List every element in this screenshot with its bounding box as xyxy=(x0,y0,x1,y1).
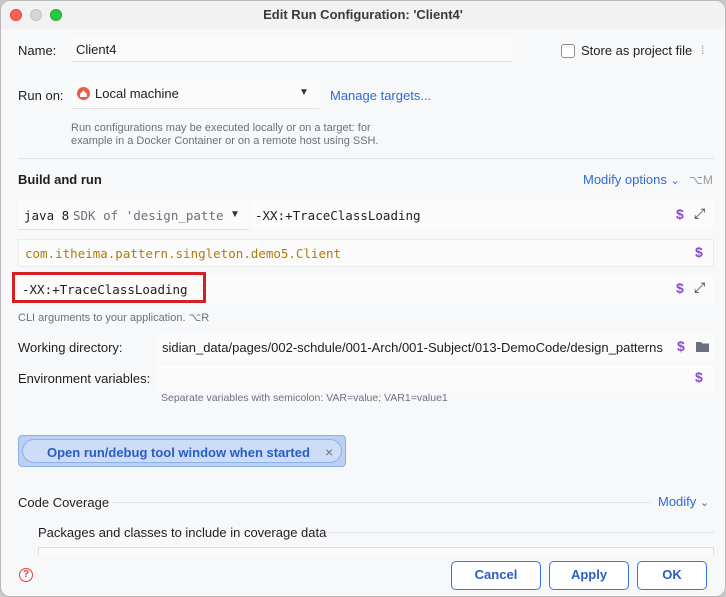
expand-icon[interactable]: ⤢ xyxy=(694,279,705,296)
insert-macro-icon[interactable]: $ xyxy=(695,244,703,260)
manage-targets-link[interactable]: Manage targets... xyxy=(330,88,431,103)
run-on-help-line1: Run configurations may be executed local… xyxy=(71,122,371,134)
environment-variables-field[interactable]: $ xyxy=(157,365,714,391)
open-tool-window-chip: Open run/debug tool window when started … xyxy=(22,439,342,463)
coverage-packages-label: Packages and classes to include in cover… xyxy=(38,525,327,540)
insert-macro-icon[interactable]: $ xyxy=(676,206,684,222)
run-on-label: Run on: xyxy=(18,88,64,103)
folder-icon[interactable] xyxy=(695,340,710,356)
vm-options-value: -XX:+TraceClassLoading xyxy=(255,208,421,223)
name-field-underline xyxy=(71,61,513,62)
title-bar: Edit Run Configuration: 'Client4' xyxy=(1,1,725,29)
environment-variables-hint: Separate variables with semicolon: VAR=v… xyxy=(161,392,448,404)
home-icon xyxy=(77,87,90,100)
modify-options-label: Modify options xyxy=(583,172,667,187)
chevron-down-icon: ⌄ xyxy=(670,175,680,187)
modify-options-shortcut: ⌥M xyxy=(689,173,713,187)
working-directory-label: Working directory: xyxy=(18,340,123,355)
ok-button[interactable]: OK xyxy=(637,561,707,590)
open-tool-window-option[interactable]: Open run/debug tool window when started … xyxy=(18,435,346,467)
chevron-down-icon: ▼ xyxy=(299,87,309,98)
run-on-select[interactable]: Local machine ▼ xyxy=(71,81,319,108)
jdk-java-version: java 8 xyxy=(24,208,70,223)
apply-button[interactable]: Apply xyxy=(549,561,629,590)
build-and-run-heading: Build and run xyxy=(18,172,102,187)
store-as-project-label: Store as project file xyxy=(581,43,693,58)
chevron-down-icon: ▼ xyxy=(230,209,240,220)
environment-variables-label: Environment variables: xyxy=(18,371,151,386)
highlight-annotation xyxy=(12,272,206,303)
main-class-field[interactable]: com.itheima.pattern.singleton.demo5.Clie… xyxy=(18,239,714,267)
cancel-button[interactable]: Cancel xyxy=(451,561,541,590)
insert-macro-icon[interactable]: $ xyxy=(676,280,684,296)
expand-icon[interactable]: ⤢ xyxy=(694,205,705,222)
jdk-select[interactable]: java 8 SDK of 'design_pattern ▼ xyxy=(18,201,248,229)
insert-macro-icon[interactable]: $ xyxy=(677,338,685,354)
coverage-modify-label: Modify xyxy=(658,494,697,509)
name-field[interactable]: Client4 xyxy=(71,37,513,62)
run-on-underline xyxy=(71,108,319,109)
run-configuration-dialog: Edit Run Configuration: 'Client4' Name: … xyxy=(0,0,726,597)
chevron-down-icon: ⌄ xyxy=(699,497,710,509)
jdk-underline xyxy=(18,229,248,230)
cli-arguments-hint: CLI arguments to your application. ⌥R xyxy=(18,312,210,324)
open-tool-window-label: Open run/debug tool window when started xyxy=(47,445,310,460)
coverage-packages-list[interactable] xyxy=(38,547,714,555)
run-on-value: Local machine xyxy=(95,86,179,101)
code-coverage-divider xyxy=(113,502,651,503)
name-label: Name: xyxy=(18,43,57,58)
main-class-value: com.itheima.pattern.singleton.demo5.Clie… xyxy=(25,246,342,261)
name-value: Client4 xyxy=(76,42,117,57)
close-icon[interactable]: × xyxy=(325,444,333,460)
window-title: Edit Run Configuration: 'Client4' xyxy=(263,7,463,22)
vm-options-field[interactable]: -XX:+TraceClassLoading $ ⤢ xyxy=(251,201,714,229)
jdk-sdk-label: SDK of 'design_pattern xyxy=(73,208,225,223)
insert-macro-icon[interactable]: $ xyxy=(695,369,703,385)
coverage-modify-link[interactable]: Modify ⌄ xyxy=(658,494,709,509)
run-on-help-line2: example in a Docker Container or on a re… xyxy=(71,135,379,147)
drag-handle-icon[interactable]: ⁞ xyxy=(701,43,704,57)
modify-options-link[interactable]: Modify options ⌄ xyxy=(583,172,680,187)
working-directory-value: sidian_data/pages/002-schdule/001-Arch/0… xyxy=(162,340,663,355)
help-icon[interactable]: ? xyxy=(19,568,33,582)
code-coverage-label: Code Coverage xyxy=(18,495,110,510)
store-as-project-checkbox[interactable] xyxy=(561,44,575,58)
working-directory-field[interactable]: sidian_data/pages/002-schdule/001-Arch/0… xyxy=(157,334,714,361)
divider xyxy=(18,158,714,159)
coverage-packages-divider xyxy=(326,532,714,533)
